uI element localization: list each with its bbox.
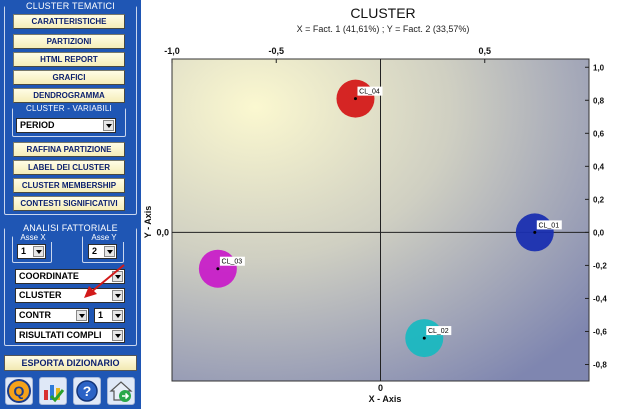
x-tick-label: 0,5 (478, 46, 491, 56)
cluster-chart: CLUSTER X = Fact. 1 (41,61%) ; Y = Fact.… (141, 0, 625, 409)
cluster-point-center (422, 336, 426, 340)
x-tick-label: 0 (378, 383, 383, 393)
cluster-label: CL_03 (222, 259, 243, 266)
asse-x-select[interactable]: 1 (17, 244, 46, 259)
y-tick-label: -0,6 (593, 327, 607, 336)
y-tick-label: 0,8 (593, 96, 605, 105)
variabili-select[interactable]: PERIOD (16, 118, 116, 133)
chevron-down-icon[interactable] (112, 310, 123, 321)
red-arrow-icon (84, 264, 125, 298)
control-panel: CLUSTER TEMATICI CARATTERISTICHE PARTIZI… (0, 0, 141, 409)
home-export-button[interactable] (107, 377, 135, 405)
dendrogramma-button[interactable]: DENDROGRAMMA (13, 88, 125, 103)
y-tick-label: 0,4 (593, 162, 605, 171)
q-logo-button[interactable]: Q (5, 377, 33, 405)
contr-number-select-value: 1 (98, 310, 104, 320)
y-tick-label: 0,0 (156, 227, 169, 237)
cluster-variabili-title: CLUSTER - VARIABILI (13, 104, 125, 113)
chevron-down-icon[interactable] (112, 330, 123, 341)
cluster-label: CL_01 (538, 222, 559, 229)
contesti-significativi-button[interactable]: CONTESTI SIGNIFICATIVI (13, 196, 125, 211)
asse-x-select-value: 1 (21, 246, 27, 256)
chart-check-icon (44, 385, 65, 403)
chevron-down-icon[interactable] (33, 246, 44, 257)
cluster-label: CL_02 (428, 328, 449, 335)
cluster-select-value: CLUSTER (19, 290, 62, 300)
home-export-icon (109, 381, 133, 402)
help-button[interactable]: ? (73, 377, 101, 405)
y-tick-label: -0,4 (593, 294, 607, 303)
coordinate-select-value: COORDINATE (19, 271, 79, 281)
cluster-point-center (353, 97, 357, 101)
cluster-tematici-title: CLUSTER TEMATICI (5, 2, 136, 11)
y-axis-label: Y - Axis (143, 206, 153, 239)
risultati-select-value: RISULTATI COMPLI (19, 330, 102, 340)
q-logo-icon: Q (7, 379, 31, 403)
contr-select[interactable]: CONTR (15, 308, 89, 323)
y-tick-label: 1,0 (593, 63, 605, 72)
asse-x-label: Asse X (13, 233, 53, 242)
y-tick-label: -0,8 (593, 360, 607, 369)
chevron-down-icon[interactable] (76, 310, 87, 321)
html-report-button[interactable]: HTML REPORT (13, 52, 125, 67)
x-tick-label: -0,5 (268, 46, 284, 56)
svg-text:?: ? (83, 383, 92, 399)
cluster-membership-button[interactable]: CLUSTER MEMBERSHIP (13, 178, 125, 193)
cluster-point-center (533, 230, 537, 234)
caratteristiche-button[interactable]: CARATTERISTICHE (13, 14, 125, 29)
partizioni-button[interactable]: PARTIZIONI (13, 34, 125, 49)
chevron-down-icon[interactable] (104, 246, 115, 257)
svg-text:Q: Q (14, 383, 25, 399)
cluster-point-center (216, 267, 220, 271)
asse-y-select-value: 2 (92, 246, 98, 256)
asse-y-select[interactable]: 2 (88, 244, 117, 259)
x-axis-label: X - Axis (369, 394, 402, 404)
risultati-select[interactable]: RISULTATI COMPLI (15, 328, 125, 343)
analisi-fattoriale-title: ANALISI FATTORIALE (5, 224, 136, 233)
contr-select-value: CONTR (19, 310, 51, 320)
asse-y-label: Asse Y (83, 233, 125, 242)
label-dei-cluster-button[interactable]: LABEL DEI CLUSTER (13, 160, 125, 175)
chart-check-button[interactable] (39, 377, 67, 405)
grafici-button[interactable]: GRAFICI (13, 70, 125, 85)
y-tick-label: 0,6 (593, 129, 605, 138)
y-tick-label: 0,2 (593, 195, 605, 204)
cluster-label: CL_04 (359, 89, 380, 96)
raffina-partizione-button[interactable]: RAFFINA PARTIZIONE (13, 142, 125, 157)
esporta-dizionario-button[interactable]: ESPORTA DIZIONARIO (4, 355, 137, 371)
contr-number-select[interactable]: 1 (94, 308, 125, 323)
y-tick-label: -0,2 (593, 261, 607, 270)
x-tick-label: -1,0 (164, 46, 180, 56)
scatter-plot: -1,0 -0,5 0,5 0 0,0 1,0 0,8 0,6 0,4 0,2 0,0 -0,2 -0,… (143, 46, 607, 404)
chevron-down-icon[interactable] (103, 120, 114, 131)
y-tick-label: 0,0 (593, 228, 605, 237)
help-icon: ? (76, 380, 98, 402)
variabili-select-value: PERIOD (20, 120, 55, 130)
